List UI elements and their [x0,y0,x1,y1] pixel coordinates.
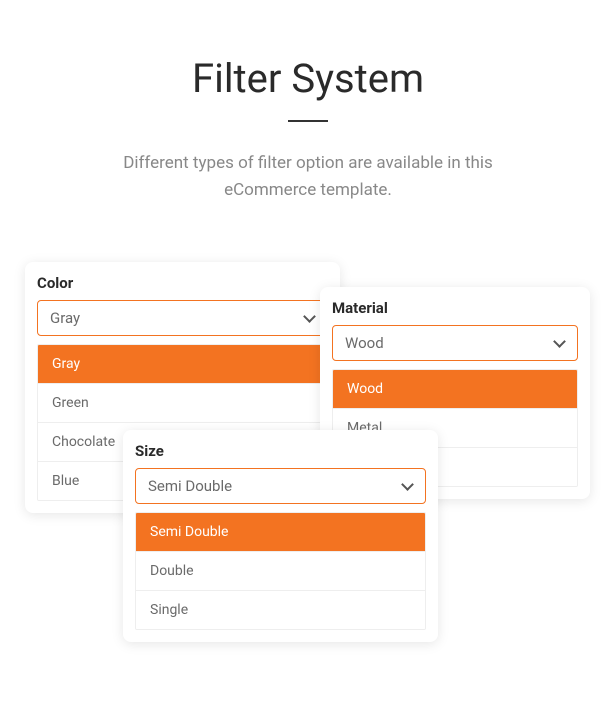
material-option-wood[interactable]: Wood [333,370,577,409]
size-options-list: Semi Double Double Single [135,512,426,630]
size-option-double[interactable]: Double [136,552,425,591]
size-select[interactable]: Semi Double [135,468,426,504]
color-select-value: Gray [50,309,80,327]
size-option-single[interactable]: Single [136,591,425,629]
chevron-down-icon [403,481,413,491]
chevron-down-icon [555,338,565,348]
material-filter-label: Material [332,299,578,317]
color-option-gray[interactable]: Gray [38,345,327,384]
size-option-semi-double[interactable]: Semi Double [136,513,425,552]
color-select[interactable]: Gray [37,300,328,336]
color-filter-label: Color [37,274,328,292]
size-select-value: Semi Double [148,477,232,495]
page-title: Filter System [0,55,616,102]
size-filter-card: Size Semi Double Semi Double Double Sing… [123,430,438,642]
material-select-value: Wood [345,334,384,352]
size-filter-label: Size [135,442,426,460]
chevron-down-icon [305,313,315,323]
page-subtitle: Different types of filter option are ava… [78,150,538,204]
color-option-green[interactable]: Green [38,384,327,423]
title-divider [288,120,328,122]
material-select[interactable]: Wood [332,325,578,361]
